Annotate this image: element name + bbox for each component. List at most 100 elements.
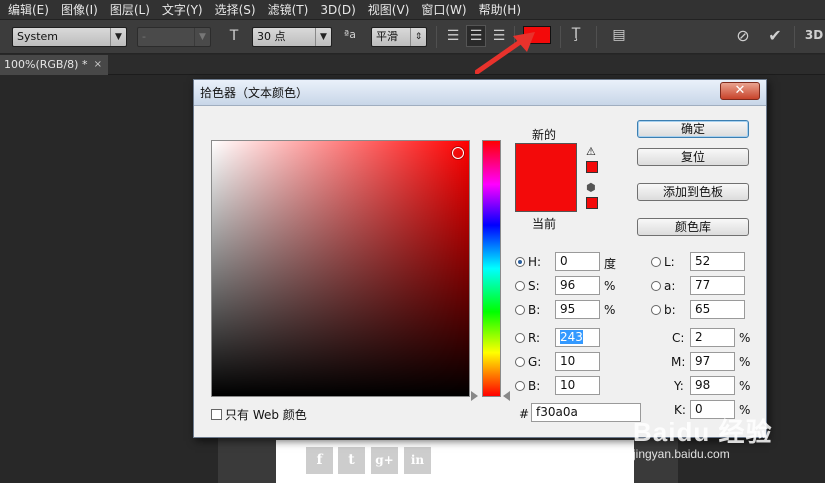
cancel-icon[interactable]: ⊘ [732, 26, 754, 45]
font-family-value: System [17, 30, 59, 43]
lab-l-radio-row[interactable]: L: [651, 255, 675, 269]
blue-radio[interactable] [515, 381, 525, 391]
blue-radio-row[interactable]: B: [515, 379, 540, 393]
divider [436, 26, 437, 48]
web-colors-only-checkbox[interactable] [211, 409, 222, 420]
menu-type[interactable]: 文字(Y) [158, 1, 211, 18]
ok-button[interactable]: 确定 [637, 120, 749, 138]
yellow-input[interactable]: 98 [690, 376, 735, 395]
lab-b-radio-row[interactable]: b: [651, 303, 676, 317]
lab-a-radio[interactable] [651, 281, 661, 291]
hue-radio-row[interactable]: H: [515, 255, 541, 269]
annotation-arrow-icon [475, 32, 535, 74]
antialias-dropdown[interactable]: 平滑 ⇕ [371, 27, 427, 47]
font-family-dropdown[interactable]: System ▼ [12, 27, 127, 47]
antialias-value: 平滑 [376, 30, 398, 43]
color-field-cursor[interactable] [452, 147, 464, 159]
cyan-unit: % [739, 331, 751, 345]
brightness-input[interactable]: 95 [555, 300, 600, 319]
hex-input[interactable]: f30a0a [531, 403, 641, 422]
magenta-label: M: [671, 355, 686, 369]
baidu-watermark: Baidu 经验 jingyan.baidu.com [633, 412, 772, 461]
yellow-label: Y: [674, 379, 684, 393]
updown-icon: ⇕ [410, 28, 426, 46]
red-radio-row[interactable]: R: [515, 331, 540, 345]
saturation-brightness-field[interactable] [211, 140, 470, 397]
color-picker-dialog: 拾色器（文本颜色） ✕ 只有 Web 颜色 新的 当前 ⚠ ⬢ 确定 复位 添加… [193, 79, 767, 438]
web-colors-only-option[interactable]: 只有 Web 颜色 [211, 406, 307, 423]
out-of-gamut-warning-icon[interactable]: ⚠ [586, 145, 596, 158]
new-color-swatch [516, 144, 576, 211]
menu-image[interactable]: 图像(I) [57, 1, 106, 18]
menu-window[interactable]: 窗口(W) [417, 1, 474, 18]
document-tab-strip: 100%(RGB/8) * × [0, 55, 825, 75]
font-size-dropdown[interactable]: 30 点 ▼ [252, 27, 332, 47]
green-input[interactable]: 10 [555, 352, 600, 371]
saturation-unit: % [604, 279, 616, 293]
hue-slider-handle-left[interactable] [471, 391, 478, 401]
hue-unit: 度 [604, 257, 617, 271]
menu-bar: 编辑(E) 图像(I) 图层(L) 文字(Y) 选择(S) 滤镜(T) 3D(D… [0, 0, 825, 20]
close-icon[interactable]: × [94, 55, 102, 75]
magenta-input[interactable]: 97 [690, 352, 735, 371]
cyan-label: C: [672, 331, 685, 345]
warp-text-icon[interactable]: Ţ [566, 26, 586, 42]
color-libraries-button[interactable]: 颜色库 [637, 218, 749, 236]
document-tab[interactable]: 100%(RGB/8) * × [0, 55, 108, 75]
chevron-down-icon: ▼ [315, 28, 331, 46]
lab-a-radio-row[interactable]: a: [651, 279, 675, 293]
hue-radio[interactable] [515, 257, 525, 267]
lab-a-label: a: [664, 279, 676, 293]
hue-slider[interactable] [482, 140, 501, 397]
watermark-main: Baidu 经验 [633, 417, 773, 447]
brightness-radio-row[interactable]: B: [515, 303, 540, 317]
red-input[interactable]: 243 [555, 328, 600, 347]
cyan-input[interactable]: 2 [690, 328, 735, 347]
align-left-icon[interactable]: ☰ [444, 28, 462, 44]
green-radio-row[interactable]: G: [515, 355, 541, 369]
menu-help[interactable]: 帮助(H) [475, 1, 529, 18]
document-tab-title: 100%(RGB/8) * [4, 58, 88, 71]
lab-l-input[interactable]: 52 [690, 252, 745, 271]
facebook-icon: f [306, 447, 333, 474]
lab-b-label: b: [664, 303, 676, 317]
web-safe-swatch[interactable] [586, 197, 598, 209]
saturation-input[interactable]: 96 [555, 276, 600, 295]
menu-filter[interactable]: 滤镜(T) [264, 1, 317, 18]
saturation-radio[interactable] [515, 281, 525, 291]
green-radio[interactable] [515, 357, 525, 367]
divider [560, 26, 561, 48]
font-style-value: - [142, 30, 146, 43]
hue-label: H: [528, 255, 542, 269]
menu-view[interactable]: 视图(V) [364, 1, 418, 18]
hue-slider-handle-right[interactable] [503, 391, 510, 401]
hue-input[interactable]: 0 [555, 252, 600, 271]
lab-l-label: L: [664, 255, 675, 269]
red-radio[interactable] [515, 333, 525, 343]
blue-label: B: [528, 379, 541, 393]
dialog-titlebar[interactable]: 拾色器（文本颜色） ✕ [194, 80, 766, 106]
new-color-label: 新的 [532, 128, 557, 142]
blue-input[interactable]: 10 [555, 376, 600, 395]
lab-a-input[interactable]: 77 [690, 276, 745, 295]
font-style-dropdown[interactable]: - ▼ [137, 27, 211, 47]
commit-check-icon[interactable]: ✔ [764, 26, 786, 45]
dialog-close-button[interactable]: ✕ [720, 82, 760, 100]
lab-b-input[interactable]: 65 [690, 300, 745, 319]
menu-select[interactable]: 选择(S) [211, 1, 264, 18]
lab-l-radio[interactable] [651, 257, 661, 267]
add-to-swatches-button[interactable]: 添加到色板 [637, 183, 749, 201]
menu-edit[interactable]: 编辑(E) [4, 1, 57, 18]
saturation-radio-row[interactable]: S: [515, 279, 540, 293]
linkedin-icon: in [404, 447, 431, 474]
lab-b-radio[interactable] [651, 305, 661, 315]
web-safe-cube-icon[interactable]: ⬢ [586, 181, 596, 194]
chevron-down-icon: ▼ [110, 28, 126, 46]
reset-button[interactable]: 复位 [637, 148, 749, 166]
menu-layer[interactable]: 图层(L) [106, 1, 158, 18]
3d-icon[interactable]: 3D [804, 28, 824, 42]
gamut-swatch[interactable] [586, 161, 598, 173]
panels-toggle-icon[interactable]: ▤ [608, 27, 630, 43]
menu-3d[interactable]: 3D(D) [316, 3, 363, 17]
brightness-radio[interactable] [515, 305, 525, 315]
